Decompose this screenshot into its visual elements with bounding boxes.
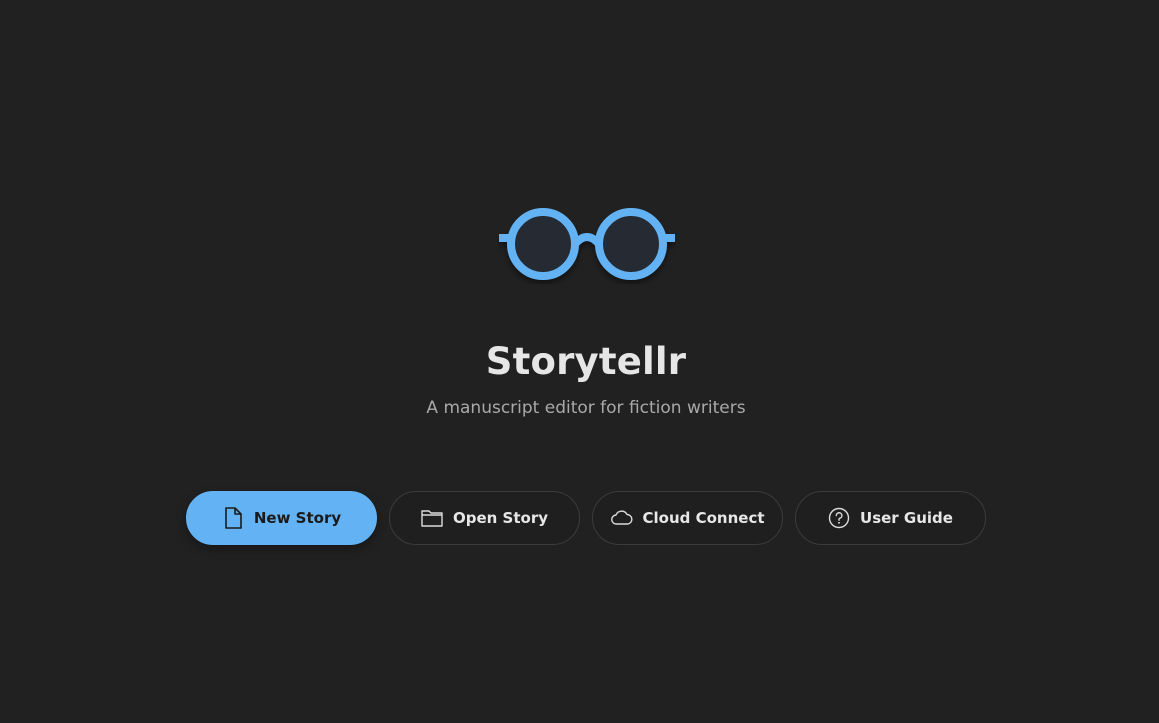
- action-buttons: New Story Open Story Cloud Connect User …: [186, 491, 986, 545]
- file-icon: [222, 507, 244, 529]
- open-story-label: Open Story: [452, 509, 549, 527]
- new-story-button[interactable]: New Story: [186, 491, 377, 545]
- cloud-connect-button[interactable]: Cloud Connect: [592, 491, 783, 545]
- cloud-connect-label: Cloud Connect: [642, 509, 765, 527]
- user-guide-button[interactable]: User Guide: [795, 491, 986, 545]
- user-guide-label: User Guide: [860, 509, 953, 527]
- app-title: Storytellr: [485, 340, 687, 383]
- new-story-label: New Story: [253, 509, 342, 527]
- help-circle-icon: [828, 507, 850, 529]
- welcome-screen: Storytellr A manuscript editor for ficti…: [0, 0, 1159, 723]
- glasses-icon: [498, 204, 676, 284]
- folder-icon: [421, 507, 443, 529]
- app-subtitle: A manuscript editor for fiction writers: [426, 398, 746, 418]
- cloud-icon: [610, 507, 633, 529]
- open-story-button[interactable]: Open Story: [389, 491, 580, 545]
